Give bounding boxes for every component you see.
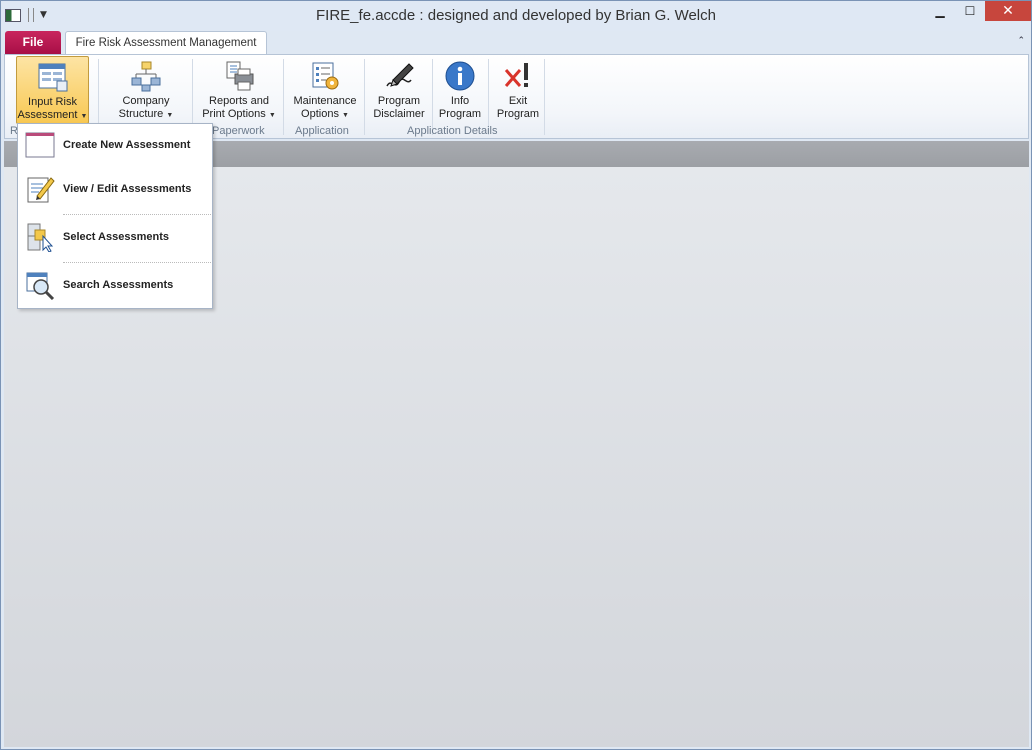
menu-item-label: Select Assessments: [63, 231, 169, 243]
dropdown-arrow-icon: ▼: [268, 112, 276, 119]
input-risk-label-2: Assessment ▼: [17, 109, 88, 121]
new-form-icon: [25, 132, 55, 158]
reports-label-1: Reports and: [209, 95, 269, 107]
dropdown-arrow-icon: ▼: [166, 112, 174, 119]
dropdown-arrow-icon: ▼: [80, 113, 88, 120]
exit-label-1: Exit: [508, 95, 528, 107]
menu-item-view-edit[interactable]: View / Edit Assessments: [18, 168, 212, 212]
minimize-button[interactable]: ▁: [925, 1, 955, 21]
minimize-ribbon-icon[interactable]: ⌃: [1017, 36, 1025, 46]
menu-item-create-new[interactable]: Create New Assessment: [18, 124, 212, 168]
exit-label-2: Program: [496, 108, 540, 120]
input-risk-label-1: Input Risk: [28, 96, 77, 108]
info-label-1: Info: [450, 95, 470, 107]
maximize-button[interactable]: ☐: [955, 1, 985, 21]
close-button[interactable]: ✕: [985, 1, 1031, 21]
group-separator: [283, 59, 284, 135]
window-controls: ▁ ☐ ✕: [925, 1, 1031, 21]
menu-item-select[interactable]: Select Assessments: [18, 216, 212, 260]
group-label-application-details: Application Details: [407, 125, 498, 137]
maintenance-options-button[interactable]: Maintenance Options ▼: [288, 56, 362, 124]
disclaimer-label-1: Program: [377, 95, 421, 107]
printer-report-icon: [226, 61, 254, 91]
maintenance-label-2: Options ▼: [301, 108, 349, 120]
dropdown-arrow-icon: ▼: [342, 112, 349, 119]
ribbon-tab-row: File Fire Risk Assessment Management ⌃: [1, 31, 1031, 55]
window-title: FIRE_fe.accde : designed and developed b…: [316, 7, 716, 24]
maintenance-label-1: Maintenance: [293, 95, 357, 107]
group-separator: [364, 59, 365, 135]
info-program-button[interactable]: Info Program: [435, 56, 485, 124]
checklist-gear-icon: [312, 62, 339, 90]
info-icon: [445, 61, 475, 91]
group-separator: [544, 59, 545, 135]
input-risk-assessment-menu: Create New Assessment View / Edit Assess…: [17, 123, 213, 309]
menu-item-label: Search Assessments: [63, 279, 174, 291]
group-separator: [488, 59, 489, 135]
group-separator: [432, 59, 433, 135]
program-disclaimer-button[interactable]: Program Disclaimer: [368, 56, 430, 124]
org-chart-icon: [131, 61, 161, 92]
disclaimer-label-2: Disclaimer: [373, 108, 425, 120]
company-structure-button[interactable]: Company Structure ▼: [113, 56, 179, 124]
search-magnifier-icon: [26, 272, 55, 300]
input-risk-assessment-button[interactable]: Input Risk Assessment ▼: [16, 56, 89, 124]
menu-divider: [63, 262, 211, 263]
reports-label-2: Print Options ▼: [202, 108, 276, 120]
company-label-1: Company: [122, 95, 170, 107]
exit-x-icon: [504, 63, 528, 87]
select-pointer-icon: [27, 223, 54, 252]
info-label-2: Program: [438, 108, 482, 120]
application-window: ▼ FIRE_fe.accde : designed and developed…: [0, 0, 1032, 750]
menu-item-search[interactable]: Search Assessments: [18, 264, 212, 308]
title-bar: ▼ FIRE_fe.accde : designed and developed…: [1, 1, 1031, 31]
menu-item-label: Create New Assessment: [63, 139, 191, 151]
signature-pen-icon: [386, 63, 414, 87]
group-label-paperwork: Paperwork: [212, 125, 265, 137]
edit-pencil-icon: [27, 177, 55, 203]
tab-fire-risk-assessment[interactable]: Fire Risk Assessment Management: [65, 31, 267, 55]
form-window-icon: [38, 63, 67, 92]
company-label-2: Structure ▼: [118, 108, 174, 120]
exit-program-button[interactable]: Exit Program: [492, 56, 544, 124]
tab-file[interactable]: File: [5, 31, 61, 54]
menu-item-label: View / Edit Assessments: [63, 183, 192, 195]
reports-print-options-button[interactable]: Reports and Print Options ▼: [198, 56, 280, 124]
menu-divider: [63, 214, 211, 215]
group-label-application: Application: [295, 125, 349, 137]
